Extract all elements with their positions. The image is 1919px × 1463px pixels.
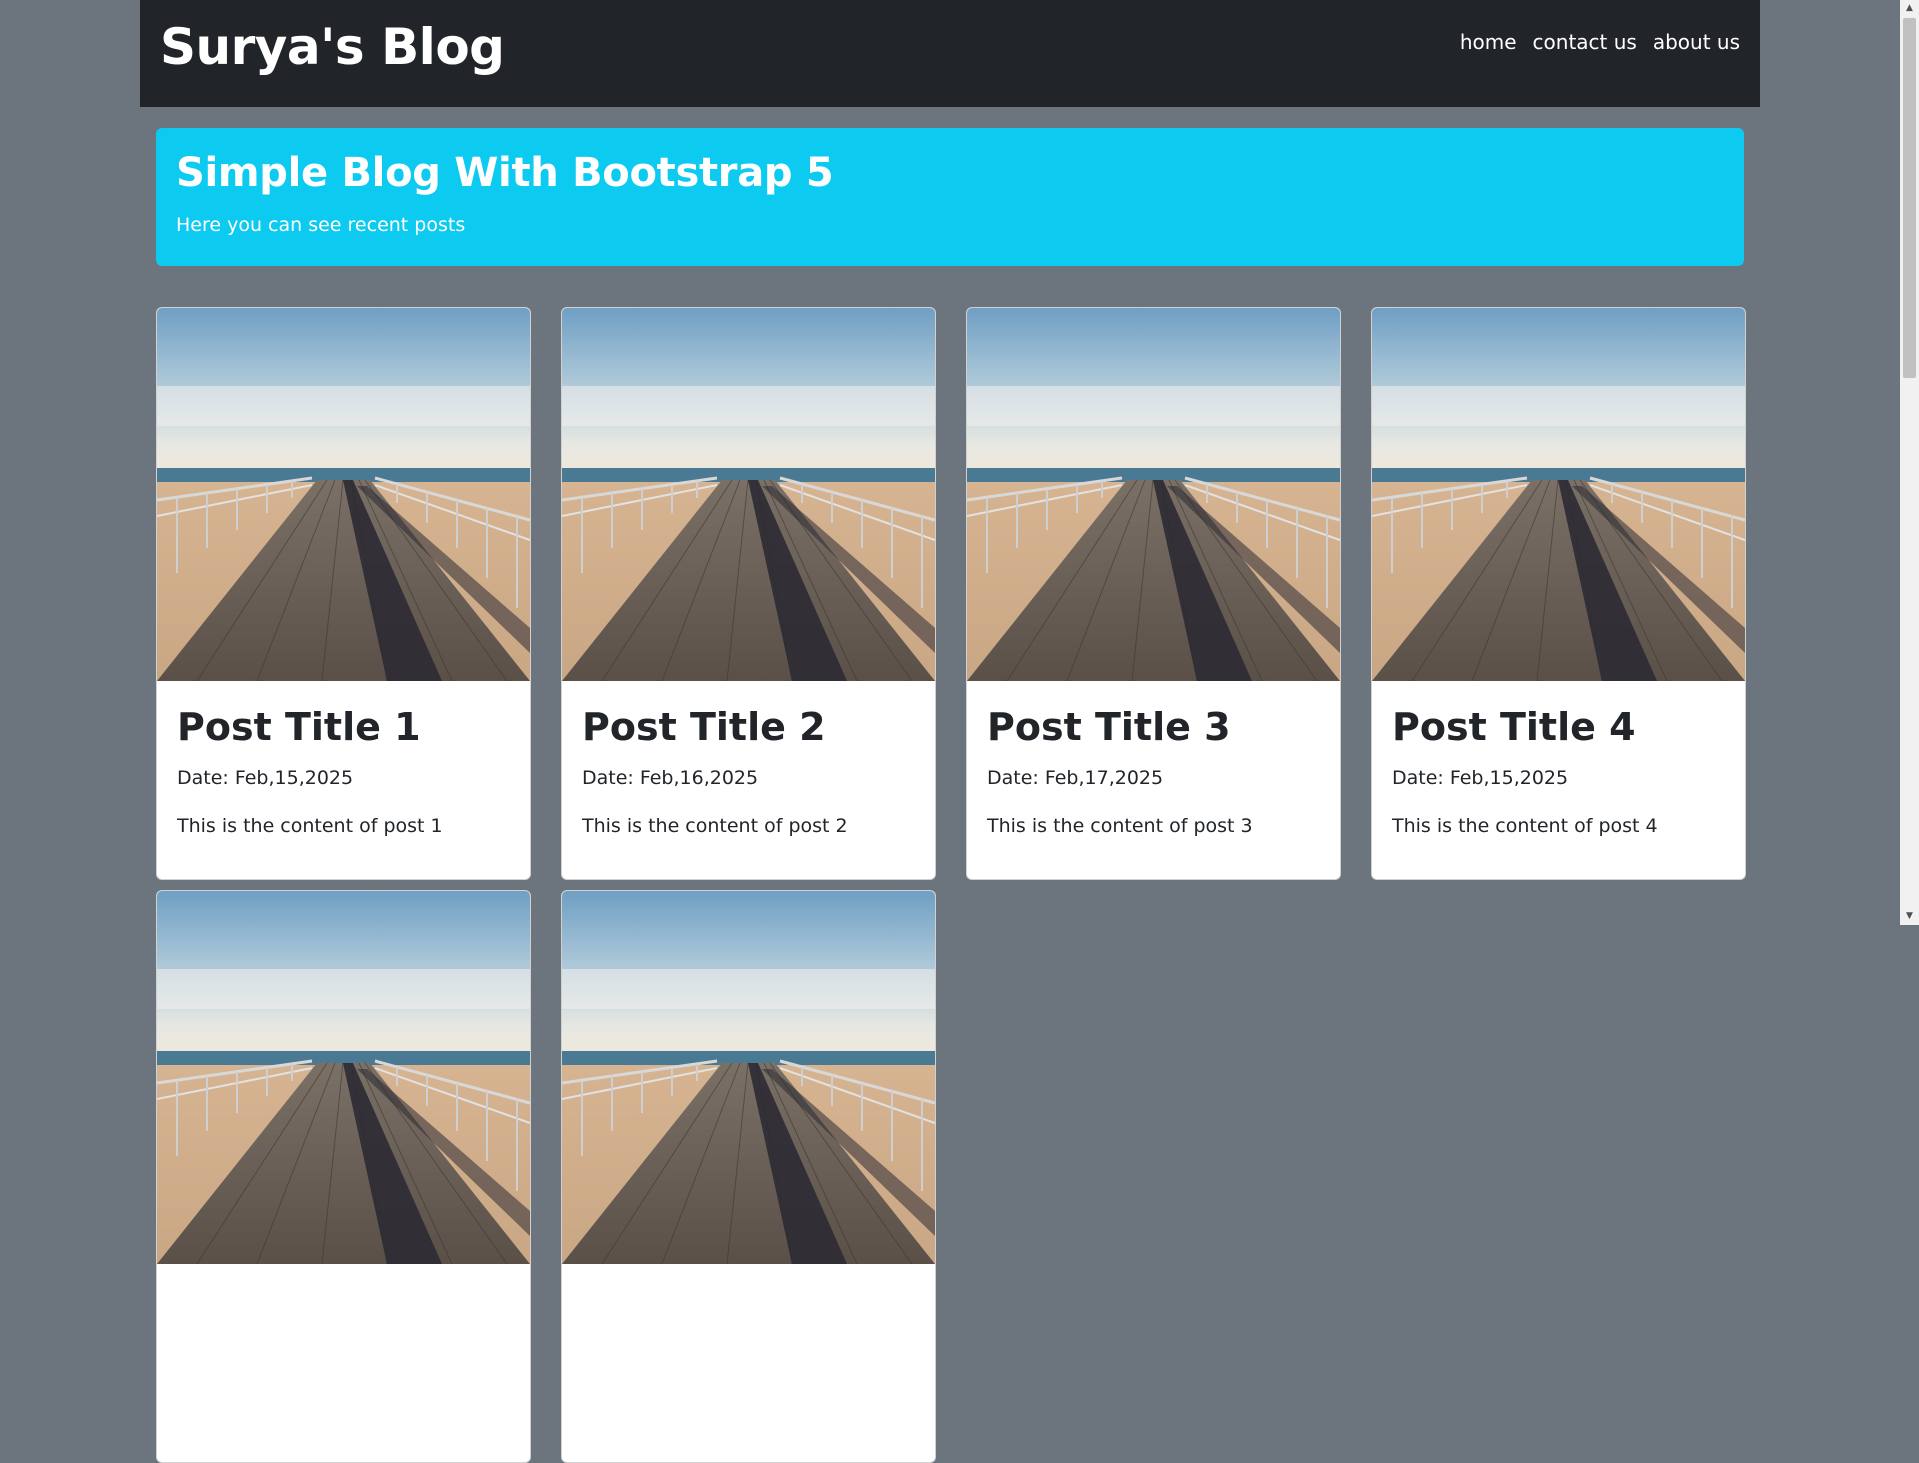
post-content: This is the content of post 2 (582, 815, 848, 837)
post-image (1372, 308, 1745, 681)
post-card-body (562, 1264, 935, 1290)
post-image (157, 308, 530, 681)
pier-image (562, 308, 935, 681)
scroll-up-arrow-icon[interactable]: ▲ (1900, 0, 1919, 17)
post-title: Post Title 1 (177, 705, 421, 749)
post-card-body: Post Title 2 Date: Feb,16,2025 This is t… (562, 681, 935, 837)
scroll-thumb[interactable] (1903, 18, 1916, 378)
post-card[interactable]: Post Title 2 Date: Feb,16,2025 This is t… (561, 307, 936, 880)
pier-image (967, 308, 1340, 681)
vertical-scrollbar[interactable]: ▲ ▼ (1900, 0, 1919, 925)
post-card-body: Post Title 3 Date: Feb,17,2025 This is t… (967, 681, 1340, 837)
post-card-body: Post Title 1 Date: Feb,15,2025 This is t… (157, 681, 530, 837)
scroll-down-arrow-icon[interactable]: ▼ (1900, 908, 1919, 925)
post-content: This is the content of post 3 (987, 815, 1253, 837)
navbar: Surya's Blog home contact us about us (140, 0, 1760, 107)
nav-link-contact-us[interactable]: contact us (1533, 30, 1637, 54)
pier-image (157, 308, 530, 681)
hero-subtitle: Here you can see recent posts (176, 214, 466, 236)
post-title: Post Title 4 (1392, 705, 1636, 749)
post-image (157, 891, 530, 1264)
hero-title: Simple Blog With Bootstrap 5 (176, 150, 834, 196)
post-card[interactable] (561, 890, 936, 1463)
post-title: Post Title 2 (582, 705, 826, 749)
post-date: Date: Feb,16,2025 (582, 767, 759, 789)
post-card-body: Post Title 4 Date: Feb,15,2025 This is t… (1372, 681, 1745, 837)
nav-links: home contact us about us (1460, 30, 1740, 54)
pier-image (157, 891, 530, 1264)
post-card[interactable]: Post Title 4 Date: Feb,15,2025 This is t… (1371, 307, 1746, 880)
hero-banner: Simple Blog With Bootstrap 5 Here you ca… (156, 128, 1744, 266)
pier-image (1372, 308, 1745, 681)
post-date: Date: Feb,15,2025 (177, 767, 354, 789)
post-image (562, 891, 935, 1264)
post-title: Post Title 3 (987, 705, 1231, 749)
post-content: This is the content of post 1 (177, 815, 443, 837)
pier-image (562, 891, 935, 1264)
post-date: Date: Feb,15,2025 (1392, 767, 1569, 789)
post-date: Date: Feb,17,2025 (987, 767, 1164, 789)
post-content: This is the content of post 4 (1392, 815, 1658, 837)
nav-link-home[interactable]: home (1460, 30, 1517, 54)
post-image (562, 308, 935, 681)
post-card[interactable] (156, 890, 531, 1463)
post-card[interactable]: Post Title 1 Date: Feb,15,2025 This is t… (156, 307, 531, 880)
post-card[interactable]: Post Title 3 Date: Feb,17,2025 This is t… (966, 307, 1341, 880)
brand-title[interactable]: Surya's Blog (160, 18, 505, 76)
nav-link-about-us[interactable]: about us (1653, 30, 1740, 54)
post-card-body (157, 1264, 530, 1290)
post-image (967, 308, 1340, 681)
